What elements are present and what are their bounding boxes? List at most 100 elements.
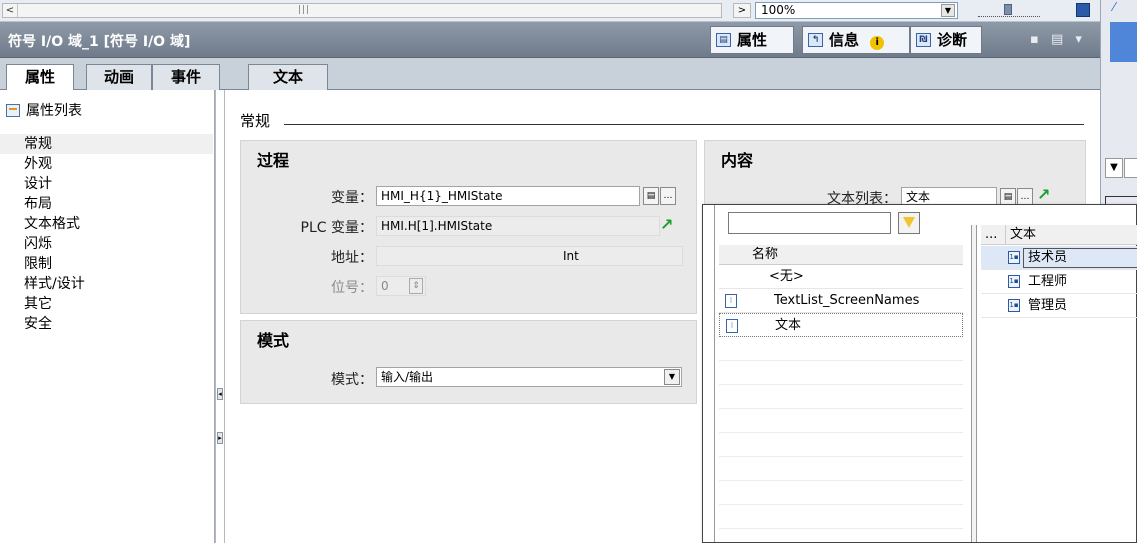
property-list-sidebar: 属性列表 常规 外观 设计 布局 文本格式 闪烁 限制 样式/设计 其它 安全 — [0, 90, 215, 543]
zoom-slider[interactable] — [978, 4, 1040, 17]
textlist-list: <无> ⁝ TextList_ScreenNames ⁝ 文本 — [719, 265, 963, 529]
mode-select[interactable]: 输入/输出 ▼ — [376, 367, 682, 387]
top-toolbar: < ||| > 100% ▼ — [0, 0, 1100, 22]
address-type: Int — [563, 249, 579, 263]
info-icon: i — [870, 36, 885, 50]
sidebar-item-layout[interactable]: 布局 — [0, 194, 213, 214]
window-title: 符号 I/O 域_1 [符号 I/O 域] — [8, 34, 191, 50]
properties-window: < ||| > 100% ▼ ⁄ ▼ 符号 I/O 域_1 [符号 I/O 域]… — [0, 0, 1137, 543]
browse-button[interactable]: … — [660, 187, 676, 205]
list-item-selected[interactable]: ⁝ 文本 — [719, 313, 963, 337]
bit-label: 位号： — [331, 280, 373, 296]
chevron-down-icon[interactable]: ▼ — [941, 4, 955, 17]
info-list-icon: ↰ — [808, 33, 823, 47]
tab-diagnostics[interactable]: ₪ 诊断 — [910, 26, 982, 54]
entries-header: ... 文本 — [981, 225, 1137, 245]
goto-arrow-icon[interactable]: ↗ — [660, 217, 676, 233]
plc-variable-label: PLC 变量： — [300, 220, 373, 236]
goto-arrow-icon[interactable]: ↗ — [1037, 187, 1053, 203]
textlist-picker-popup: 名称 <无> ⁝ TextList_ScreenNames ⁝ 文本 ... 文… — [702, 204, 1137, 543]
filter-icon[interactable] — [898, 212, 920, 234]
process-title: 过程 — [257, 151, 290, 170]
list-icon[interactable]: ▤ — [643, 187, 659, 205]
tab-text[interactable]: 文本 — [248, 64, 328, 90]
table-row[interactable]: 1▪ 管理员 — [981, 294, 1137, 318]
list-header-name[interactable]: 名称 — [719, 245, 963, 265]
property-tabs: 属性 动画 事件 文本 — [0, 58, 1100, 91]
bit-number-value: 0 — [381, 279, 389, 293]
property-list-title: 属性列表 — [26, 103, 82, 119]
property-list-heading: 属性列表 — [6, 100, 82, 120]
sidebar-item-limits[interactable]: 限制 — [0, 254, 213, 274]
sidebar-item-misc[interactable]: 其它 — [0, 294, 213, 314]
splitter[interactable]: ◂ ▸ — [215, 90, 225, 543]
section-divider — [284, 124, 1084, 125]
tab-properties-main[interactable]: 属性 — [6, 64, 74, 91]
mode-title: 模式 — [257, 331, 290, 350]
property-list-icon — [6, 104, 20, 117]
pen-icon[interactable]: ⁄ — [1113, 0, 1115, 14]
accent-block — [1110, 22, 1137, 62]
variable-field[interactable]: HMI_H{1}_HMIState — [376, 186, 640, 206]
sidebar-item-appearance[interactable]: 外观 — [0, 154, 213, 174]
entry-icon: 1▪ — [1008, 299, 1020, 312]
search-input[interactable] — [728, 212, 891, 234]
entry-icon: 1▪ — [1008, 251, 1020, 264]
collapse-left-icon[interactable]: ◂ — [217, 388, 223, 400]
popup-splitter[interactable] — [971, 225, 977, 542]
variable-label: 变量： — [331, 190, 373, 206]
spin-icon: ⇕ — [409, 278, 423, 294]
scroll-right-icon[interactable]: > — [733, 3, 751, 18]
list-item-label: <无> — [769, 269, 804, 284]
side-field[interactable] — [1124, 158, 1137, 178]
diagnostics-icon: ₪ — [916, 33, 931, 47]
list-item[interactable]: ⁝ TextList_ScreenNames — [719, 289, 963, 313]
entry-label: 工程师 — [1028, 274, 1068, 289]
content-group: 内容 文本列表： 文本 ▤ … ↗ — [704, 140, 1086, 210]
address-label: 地址： — [331, 250, 373, 266]
tab-info-label: 信息 — [829, 31, 860, 49]
bit-number-field: 0 ⇕ — [376, 276, 426, 296]
zoom-select[interactable]: 100% ▼ — [755, 2, 958, 19]
tab-info[interactable]: ↰ 信息 i — [802, 26, 910, 54]
window-controls[interactable]: ▪ ▤ ▾ — [1030, 32, 1086, 47]
horizontal-scrollbar[interactable]: < ||| — [2, 3, 722, 18]
mode-group: 模式 模式： 输入/输出 ▼ — [240, 320, 697, 404]
expand-right-icon[interactable]: ▸ — [217, 432, 223, 444]
scroll-left-icon[interactable]: < — [3, 4, 18, 17]
list-item-label: 文本 — [775, 318, 802, 333]
sidebar-item-style-design[interactable]: 样式/设计 — [0, 274, 213, 294]
address-field: Int — [376, 246, 683, 266]
entries-header-dots[interactable]: ... — [985, 225, 997, 245]
chevron-down-icon[interactable]: ▼ — [664, 369, 680, 385]
sidebar-item-security[interactable]: 安全 — [0, 314, 213, 334]
entry-label: 技术员 — [1028, 250, 1068, 265]
fit-view-icon[interactable] — [1076, 3, 1090, 17]
tab-diagnostics-label: 诊断 — [937, 31, 968, 49]
list-item[interactable]: <无> — [719, 265, 963, 289]
table-row[interactable]: 1▪ 技术员 — [981, 246, 1137, 270]
sidebar-item-flashing[interactable]: 闪烁 — [0, 234, 213, 254]
entry-icon: 1▪ — [1008, 275, 1020, 288]
tab-properties[interactable]: ▤ 属性 — [710, 26, 794, 54]
zoom-slider-handle[interactable] — [1004, 4, 1012, 15]
textlist-icon: ⁝ — [725, 294, 737, 308]
property-list: 常规 外观 设计 布局 文本格式 闪烁 限制 样式/设计 其它 安全 — [0, 134, 213, 334]
sidebar-item-general[interactable]: 常规 — [0, 134, 213, 154]
entries-table: ... 文本 1▪ 技术员 1▪ 工程师 1▪ 管理员 — [981, 225, 1137, 542]
sidebar-item-text-format[interactable]: 文本格式 — [0, 214, 213, 234]
entries-header-text[interactable]: 文本 — [1005, 225, 1036, 245]
tab-animation[interactable]: 动画 — [86, 64, 152, 90]
tab-events[interactable]: 事件 — [152, 64, 220, 90]
properties-icon: ▤ — [716, 33, 731, 47]
entry-label: 管理员 — [1028, 298, 1068, 313]
table-row[interactable]: 1▪ 工程师 — [981, 270, 1137, 294]
list-empty-rows — [719, 337, 963, 529]
chevron-down-icon[interactable]: ▼ — [1105, 158, 1123, 178]
textlist-icon: ⁝ — [726, 319, 738, 333]
mode-value: 输入/输出 — [381, 370, 434, 384]
entries-rows: 1▪ 技术员 1▪ 工程师 1▪ 管理员 — [981, 246, 1137, 318]
scroll-grip-icon[interactable]: ||| — [298, 5, 310, 15]
sidebar-item-design[interactable]: 设计 — [0, 174, 213, 194]
plc-variable-field: HMI.H[1].HMIState — [376, 216, 660, 236]
